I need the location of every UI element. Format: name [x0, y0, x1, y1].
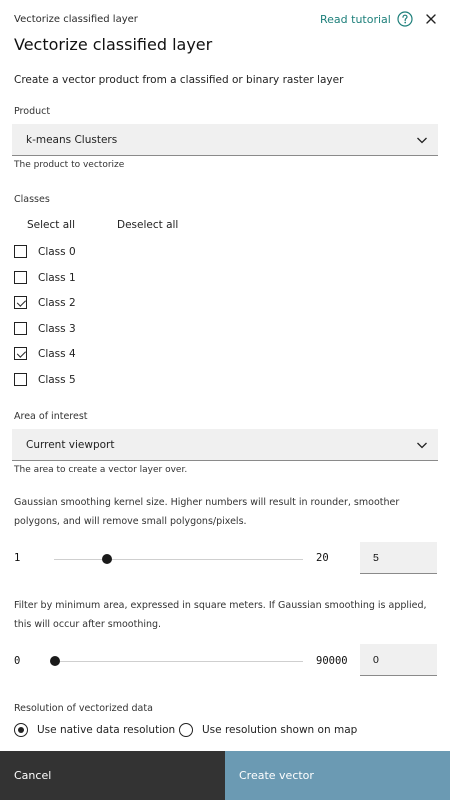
area-of-interest-value: Current viewport: [26, 438, 115, 451]
native-resolution-label: Use native data resolution: [37, 724, 176, 736]
map-resolution-option[interactable]: Use resolution shown on map: [179, 723, 357, 737]
resolution-label: Resolution of vectorized data: [14, 703, 153, 714]
min-area-max-label: 90000: [316, 655, 348, 667]
class-0-checkbox[interactable]: [14, 245, 27, 258]
class-3-label: Class 3: [38, 322, 76, 335]
select-all-button[interactable]: Select all: [27, 219, 75, 231]
smoothing-min-label: 1: [14, 552, 21, 564]
class-1-label: Class 1: [38, 271, 76, 284]
area-of-interest-helper: The area to create a vector layer over.: [14, 465, 188, 475]
page-description: Create a vector product from a classifie…: [14, 74, 344, 86]
product-select[interactable]: k-means Clusters: [12, 124, 438, 156]
class-2-label: Class 2: [38, 296, 76, 309]
area-of-interest-select[interactable]: Current viewport: [12, 429, 438, 461]
smoothing-slider-track[interactable]: [54, 559, 303, 560]
product-select-value: k-means Clusters: [26, 133, 118, 146]
deselect-all-button[interactable]: Deselect all: [117, 219, 178, 231]
smoothing-max-label: 20: [316, 552, 329, 564]
smoothing-slider-thumb[interactable]: [102, 554, 112, 564]
chevron-down-icon: [417, 137, 427, 144]
create-vector-button[interactable]: Create vector: [225, 751, 450, 800]
class-option-4[interactable]: Class 4: [14, 347, 76, 360]
min-area-slider-thumb[interactable]: [50, 656, 60, 666]
class-option-2[interactable]: Class 2: [14, 296, 76, 309]
product-helper: The product to vectorize: [14, 160, 125, 170]
class-5-label: Class 5: [38, 373, 76, 386]
footer-actions: Cancel Create vector: [0, 751, 450, 800]
page-title: Vectorize classified layer: [14, 35, 213, 54]
class-option-0[interactable]: Class 0: [14, 245, 76, 258]
min-area-description: Filter by minimum area, expressed in squ…: [14, 600, 427, 630]
class-0-label: Class 0: [38, 245, 76, 258]
native-resolution-option[interactable]: Use native data resolution: [14, 723, 175, 737]
class-option-3[interactable]: Class 3: [14, 322, 76, 335]
class-4-checkbox[interactable]: [14, 347, 27, 360]
classes-label: Classes: [14, 194, 50, 205]
close-icon[interactable]: [424, 12, 438, 26]
smoothing-value-input[interactable]: [360, 542, 437, 574]
area-of-interest-label: Area of interest: [14, 411, 88, 422]
class-option-1[interactable]: Class 1: [14, 271, 76, 284]
class-4-label: Class 4: [38, 347, 76, 360]
native-resolution-radio[interactable]: [14, 723, 28, 737]
read-tutorial-label: Read tutorial: [320, 12, 391, 26]
class-1-checkbox[interactable]: [14, 271, 27, 284]
min-area-min-label: 0: [14, 655, 21, 667]
cancel-button[interactable]: Cancel: [0, 751, 225, 800]
read-tutorial-link[interactable]: Read tutorial: [320, 11, 413, 27]
breadcrumb: Vectorize classified layer: [14, 14, 138, 25]
class-2-checkbox[interactable]: [14, 296, 27, 309]
help-icon: [397, 11, 413, 27]
class-5-checkbox[interactable]: [14, 373, 27, 386]
min-area-slider-track[interactable]: [54, 661, 303, 662]
map-resolution-label: Use resolution shown on map: [202, 724, 358, 736]
smoothing-description: Gaussian smoothing kernel size. Higher n…: [14, 497, 400, 527]
chevron-down-icon: [417, 442, 427, 449]
class-option-5[interactable]: Class 5: [14, 373, 76, 386]
product-label: Product: [14, 106, 51, 117]
class-3-checkbox[interactable]: [14, 322, 27, 335]
min-area-value-input[interactable]: [360, 644, 437, 676]
map-resolution-radio[interactable]: [179, 723, 193, 737]
